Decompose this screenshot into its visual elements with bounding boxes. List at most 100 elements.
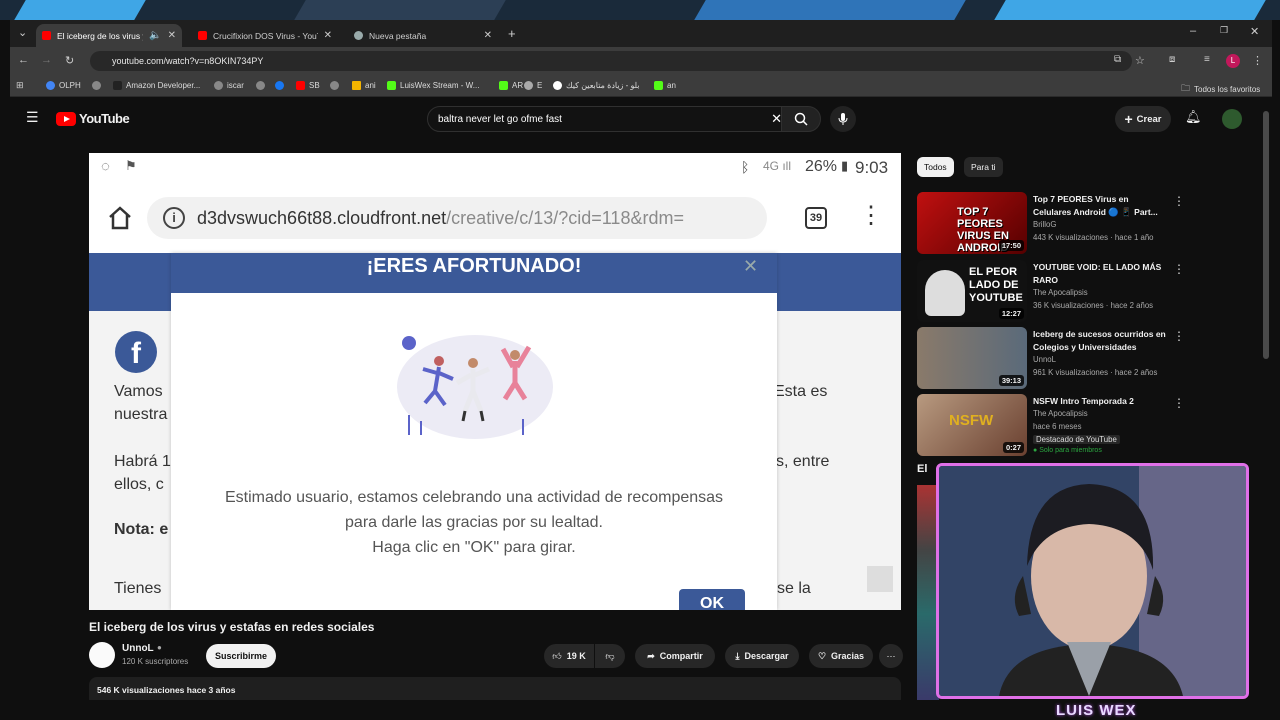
tab-new[interactable]: Nueva pestaña ✕: [348, 24, 498, 47]
share-button[interactable]: ➦ Compartir: [635, 644, 715, 668]
tab-active[interactable]: El iceberg de los virus y esta 🔈 ✕: [36, 24, 182, 47]
more-options-icon[interactable]: ⋮: [1173, 262, 1185, 276]
notification-icon: ⚑: [125, 158, 137, 173]
subscriber-count: 120 K suscriptores: [122, 657, 189, 666]
like-count: 19 K: [566, 651, 586, 661]
bookmark-item[interactable]: SB: [296, 81, 320, 90]
view-count: 546 K visualizaciones: [97, 685, 185, 695]
menu-dots-icon[interactable]: ⋮: [1252, 54, 1263, 67]
video-meta: hace 6 meses: [1033, 422, 1082, 431]
reload-icon[interactable]: ↻: [65, 54, 74, 67]
modal-line: para darle las gracias por su lealtad.: [345, 514, 603, 531]
profile-avatar[interactable]: L: [1226, 54, 1240, 68]
dislike-button[interactable]: 👎︎: [595, 644, 625, 668]
bookmark-item[interactable]: an: [654, 81, 676, 90]
thanks-heart-icon: ♡: [817, 650, 827, 661]
close-window-icon[interactable]: ✕: [1250, 25, 1259, 38]
media-icon[interactable]: ≡: [1204, 54, 1210, 65]
info-icon: i: [163, 207, 185, 229]
modal-line: Haga clic en "OK" para girar.: [372, 539, 576, 556]
apps-grid-icon[interactable]: ⊞: [16, 80, 24, 91]
like-button[interactable]: 👍︎ 19 K: [544, 644, 594, 668]
more-options-icon[interactable]: ⋮: [1173, 329, 1185, 343]
video-player[interactable]: ◌ ⚑ ᛒ 4G ıll 26% ▮ 9:03 i d3dvswuch66t88…: [89, 153, 901, 610]
search-button[interactable]: [781, 106, 821, 132]
video-title: NSFW Intro Temporada 2: [1033, 396, 1134, 406]
recommendation-item[interactable]: NSFW 0:27 NSFW Intro Temporada 2 The Apo…: [917, 394, 1185, 457]
globe-icon: [524, 81, 533, 90]
more-actions-button[interactable]: ⋯: [879, 644, 903, 668]
new-tab-icon[interactable]: +: [508, 26, 516, 41]
kick-icon: [499, 81, 508, 90]
recommendation-item[interactable]: EL PEOR LADO DE YOUTUBE 12:27 YOUTUBE VO…: [917, 260, 1185, 323]
bookmark-star-icon[interactable]: ☆: [1135, 54, 1145, 67]
search-icon: [794, 112, 808, 126]
verified-icon: ●: [157, 643, 162, 652]
page-scrollbar[interactable]: [1263, 111, 1269, 359]
more-options-icon[interactable]: ⋮: [1173, 396, 1185, 410]
bookmark-item[interactable]: OLPH: [46, 81, 81, 90]
voice-search-button[interactable]: [830, 106, 856, 132]
bookmark-item[interactable]: [275, 81, 284, 90]
maximize-icon[interactable]: ❐: [1220, 25, 1228, 36]
minimize-icon[interactable]: –: [1190, 25, 1196, 37]
subscribe-button[interactable]: Suscribirme: [206, 644, 276, 668]
notifications-bell-icon[interactable]: 🔔︎: [1185, 109, 1202, 125]
bookmark-item[interactable]: iscar: [214, 81, 244, 90]
close-tab-icon[interactable]: ✕: [168, 30, 176, 41]
tab-crucifixion[interactable]: Crucifixion DOS Virus - YouTub ✕: [192, 24, 338, 47]
back-icon[interactable]: ←: [18, 54, 29, 66]
bookmark-item[interactable]: E: [524, 81, 542, 90]
speaker-icon[interactable]: 🔈: [149, 30, 161, 41]
webcam-overlay: [936, 463, 1249, 699]
video-channel: UnnoL: [1033, 355, 1056, 364]
account-avatar[interactable]: [1222, 109, 1242, 129]
recommendation-item[interactable]: TOP 7 PEORES VIRUS EN ANDROID 17:50 Top …: [917, 192, 1185, 255]
channel-avatar[interactable]: [89, 642, 115, 668]
close-tab-icon[interactable]: ✕: [324, 30, 332, 41]
bookmark-item[interactable]: بلو - زيادة متابعين كيك: [553, 81, 640, 90]
youtube-icon: [296, 81, 305, 90]
youtube-logo[interactable]: YouTube: [56, 111, 130, 126]
chip-for-you[interactable]: Para ti: [964, 157, 1003, 177]
thumbs-up-icon: 👍︎: [552, 650, 562, 661]
channel-row: UnnoL ● 120 K suscriptores Suscribirme 👍…: [89, 642, 903, 670]
bookmark-item[interactable]: LuisWex Stream - W...: [387, 81, 479, 90]
bookmark-item[interactable]: Amazon Developer...: [113, 81, 200, 90]
address-url: youtube.com/watch?v=n8OKIN734PY: [112, 56, 264, 66]
bookmark-item[interactable]: [92, 81, 101, 90]
create-button[interactable]: + Crear: [1115, 106, 1171, 132]
phone-url-pill: i d3dvswuch66t88.cloudfront.net/creative…: [147, 197, 767, 239]
kick-icon: [387, 81, 396, 90]
video-title: YOUTUBE VOID: EL LADO MÁS RARO: [1033, 262, 1162, 285]
forward-icon[interactable]: →: [41, 54, 52, 66]
more-options-icon[interactable]: ⋮: [1173, 194, 1185, 208]
featured-badge: Destacado de YouTube: [1033, 435, 1120, 444]
bookmark-label: بلو - زيادة متابعين كيك: [566, 81, 640, 90]
chrome-favicon-icon: [354, 31, 363, 40]
search-input[interactable]: baltra never let go ofme fast ✕: [427, 106, 791, 132]
bookmark-item[interactable]: ani: [352, 81, 376, 90]
phone-status-bar: ◌ ⚑ ᛒ 4G ıll 26% ▮ 9:03: [89, 153, 901, 183]
chip-all[interactable]: Todos: [917, 157, 954, 177]
hamburger-menu-icon[interactable]: ☰: [26, 109, 39, 126]
bookmark-item[interactable]: [256, 81, 265, 90]
tab-title: Nueva pestaña: [369, 30, 427, 41]
address-bar[interactable]: youtube.com/watch?v=n8OKIN734PY: [90, 51, 1132, 71]
search-query-text: baltra never let go ofme fast: [438, 114, 562, 125]
close-tab-icon[interactable]: ✕: [484, 30, 492, 41]
thanks-button[interactable]: ♡ Gracias: [809, 644, 873, 668]
bookmark-item[interactable]: AR: [499, 81, 523, 90]
channel-name[interactable]: UnnoL: [122, 643, 154, 654]
bookmark-item[interactable]: [330, 81, 339, 90]
skull-figure: [925, 270, 965, 316]
download-button[interactable]: ⤓ Descargar: [725, 644, 799, 668]
all-bookmarks[interactable]: 🗀 Todos los favoritos: [1181, 81, 1260, 97]
recommendation-item[interactable]: 39:13 Iceberg de sucesos ocurridos en Co…: [917, 327, 1185, 390]
description-box[interactable]: 546 K visualizaciones hace 3 años: [89, 677, 901, 700]
tab-search-icon[interactable]: ⌄: [18, 26, 27, 39]
battery-percent: 26%: [805, 158, 838, 175]
install-icon[interactable]: ⧉: [1114, 54, 1121, 65]
video-thumbnail: TOP 7 PEORES VIRUS EN ANDROID 17:50: [917, 192, 1027, 254]
extensions-icon[interactable]: ⧈: [1169, 54, 1175, 65]
